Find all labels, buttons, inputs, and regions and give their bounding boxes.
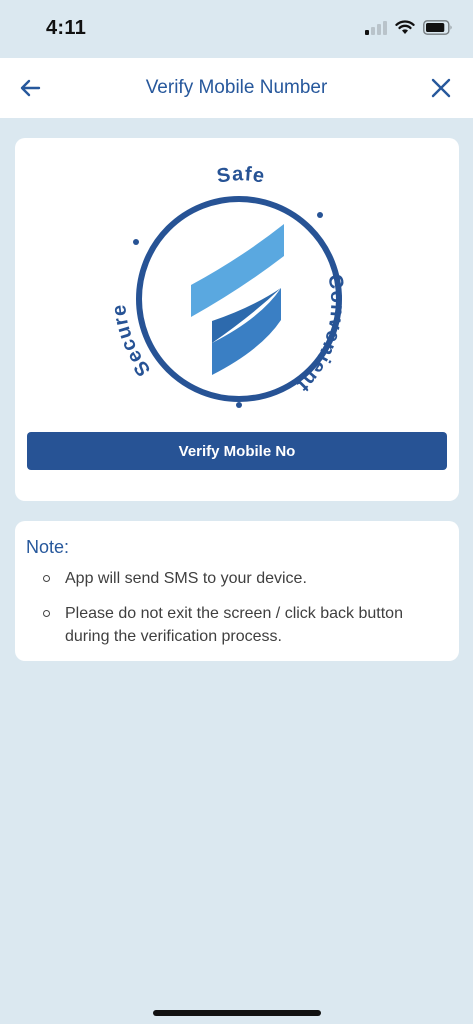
note-text: Please do not exit the screen / click ba… — [65, 605, 403, 645]
logo-dot — [317, 212, 323, 218]
logo-dot — [133, 239, 139, 245]
header-bar: Verify Mobile Number — [0, 58, 473, 118]
close-button[interactable] — [425, 72, 457, 104]
status-time: 4:11 — [46, 17, 87, 39]
logo-word-convenient: Convenient — [292, 273, 347, 397]
status-icons — [365, 20, 453, 35]
battery-icon — [423, 20, 452, 35]
close-icon — [431, 78, 451, 98]
list-item: Please do not exit the screen / click ba… — [43, 602, 443, 648]
verify-mobile-button[interactable]: Verify Mobile No — [27, 432, 447, 470]
verify-card: Safe Convenient Secure Verify Mobile No — [15, 138, 459, 501]
note-title: Note: — [26, 537, 70, 557]
svg-text:Convenient: Convenient — [292, 273, 348, 397]
logo-dot — [236, 402, 242, 408]
bullet-icon — [43, 575, 50, 582]
logo-word-safe: Safe — [215, 163, 266, 188]
note-card: Note: App will send SMS to your device. … — [15, 521, 459, 661]
note-list: App will send SMS to your device. Please… — [43, 567, 443, 660]
bullet-icon — [43, 610, 50, 617]
status-bar: 4:11 — [0, 0, 473, 58]
wifi-icon — [395, 20, 415, 34]
list-item: App will send SMS to your device. — [43, 567, 443, 590]
note-text: App will send SMS to your device. — [65, 570, 307, 587]
home-indicator[interactable] — [153, 1010, 321, 1016]
svg-text:Safe: Safe — [215, 163, 267, 188]
arrow-left-icon — [20, 79, 41, 97]
signal-icon — [365, 20, 387, 35]
back-button[interactable] — [14, 72, 46, 104]
safe-secure-convenient-logo: Safe Convenient Secure — [111, 163, 348, 408]
page-title: Verify Mobile Number — [145, 77, 328, 98]
